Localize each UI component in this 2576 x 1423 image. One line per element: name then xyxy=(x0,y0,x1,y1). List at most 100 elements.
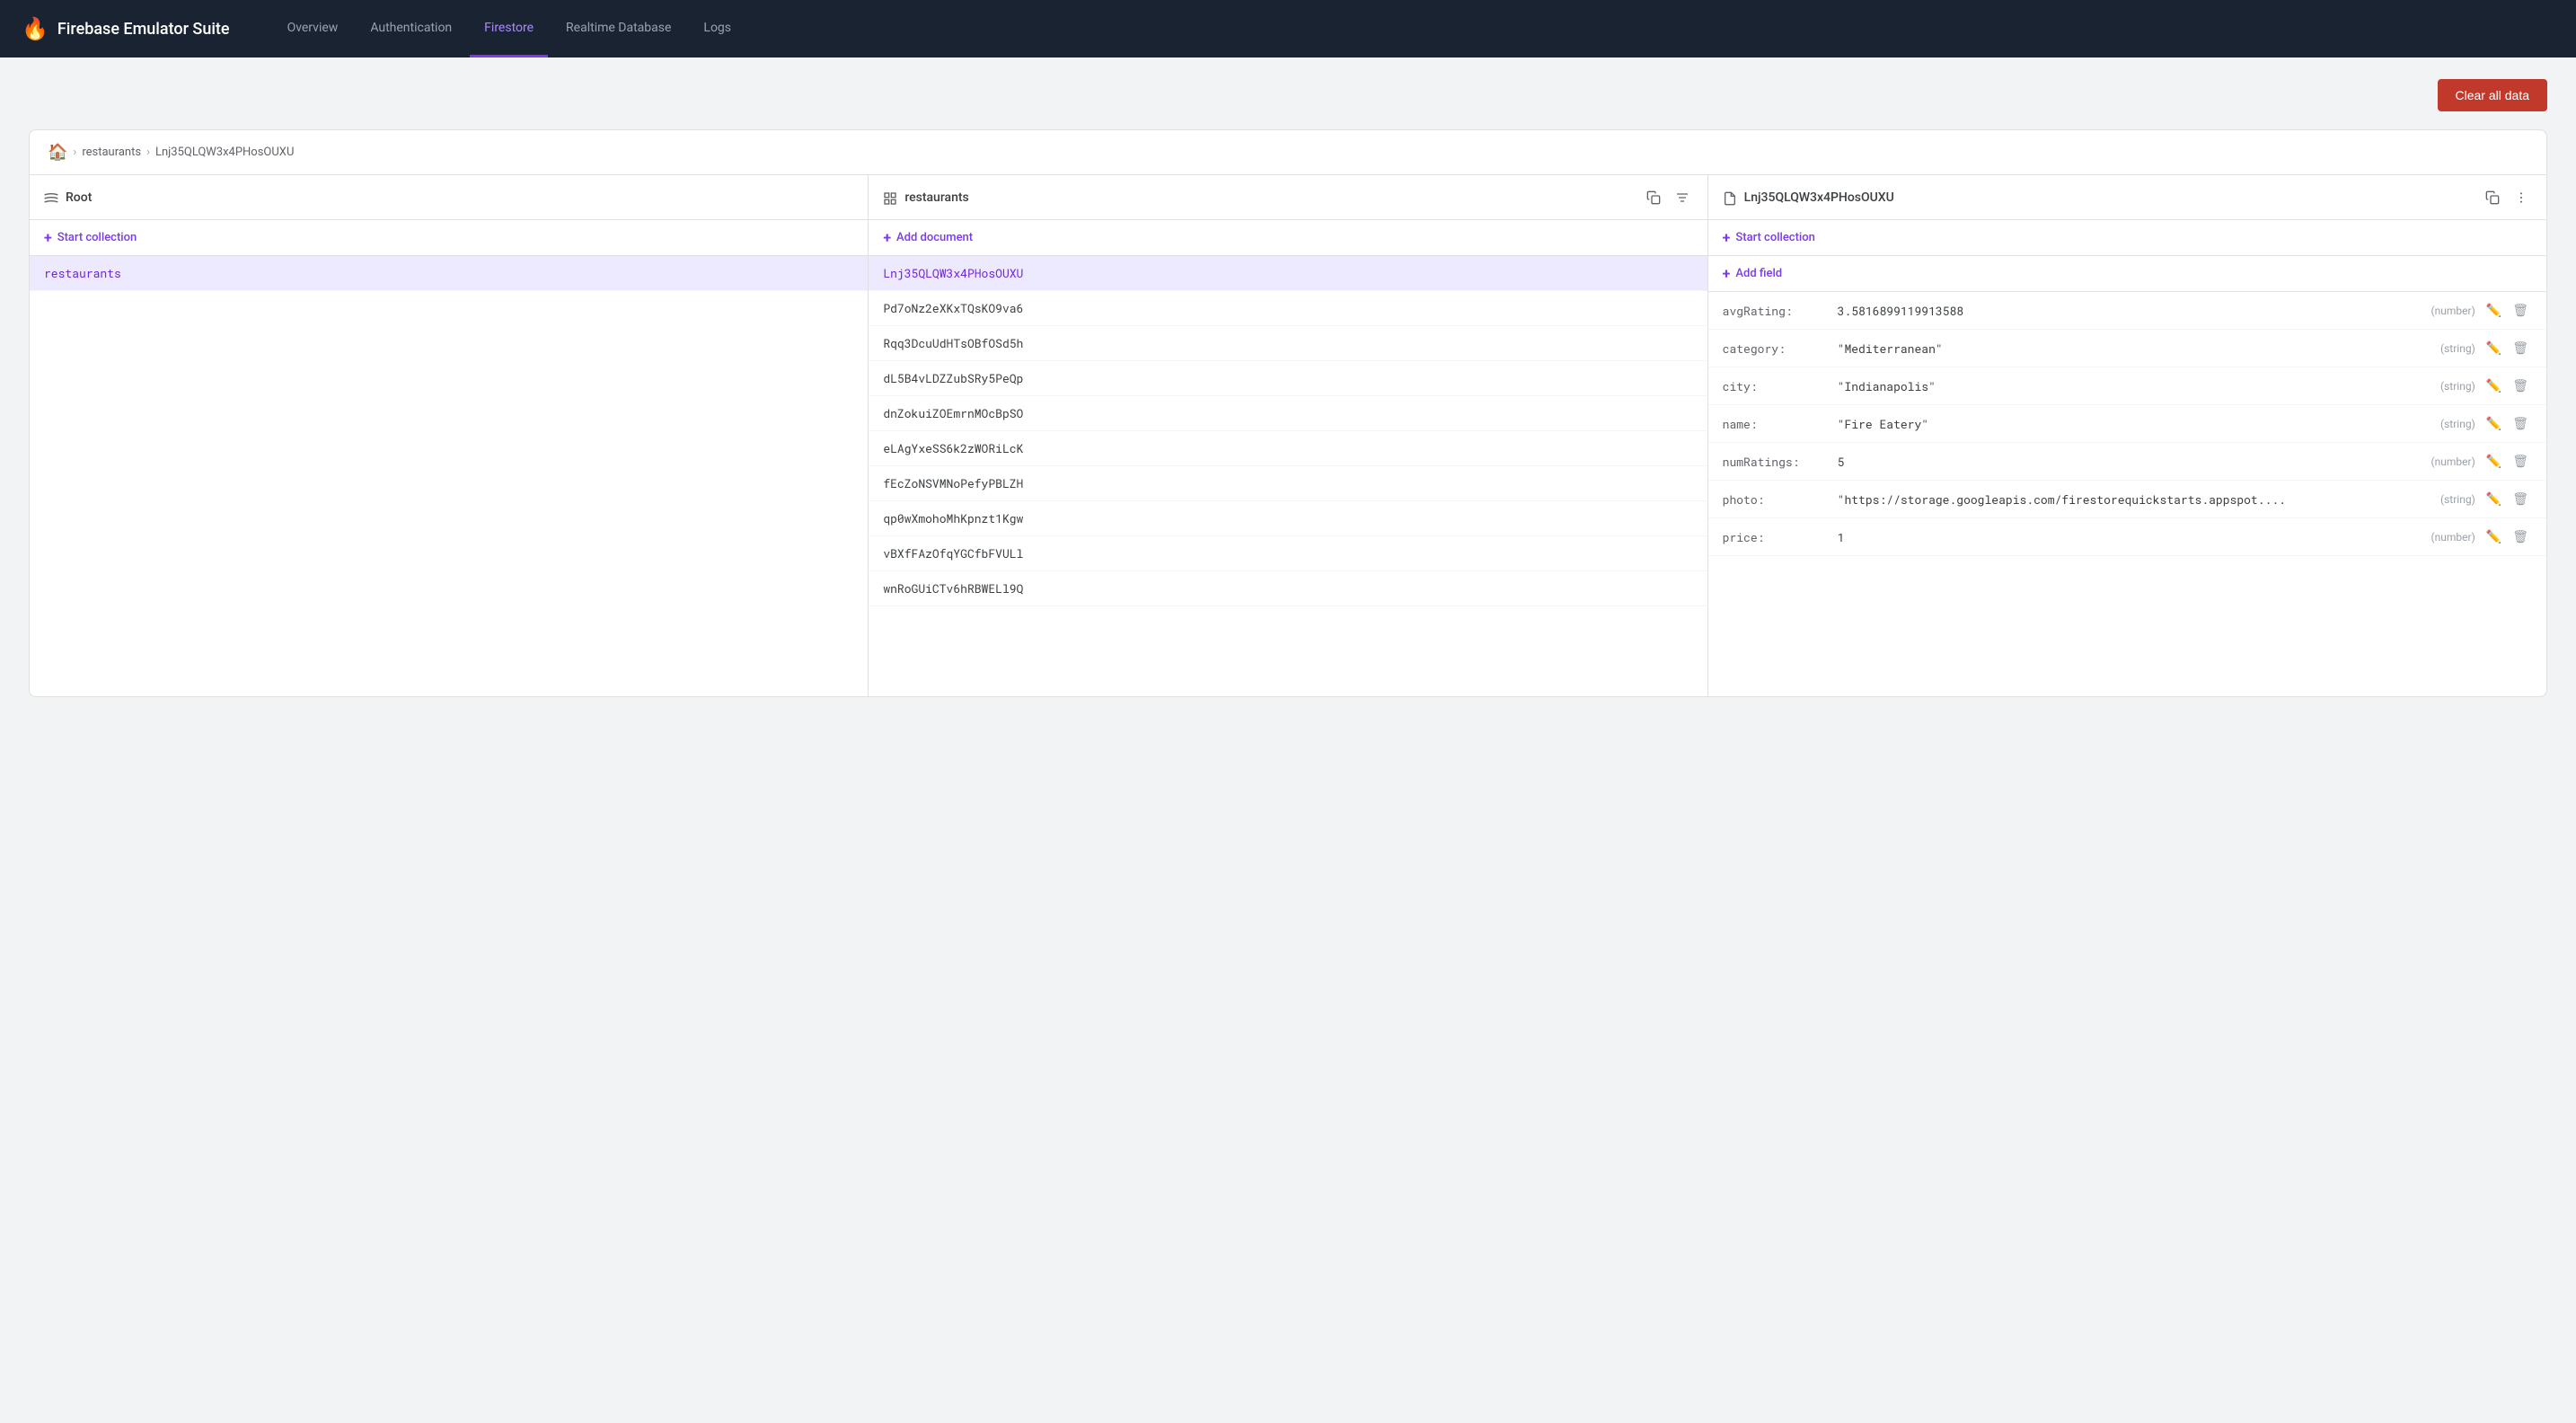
breadcrumb-home-icon[interactable]: 🏠 xyxy=(48,143,67,162)
fire-icon: 🔥 xyxy=(22,16,49,41)
field-key-category: category: xyxy=(1723,340,1831,357)
delete-avgrating-button[interactable]: 🗑 xyxy=(2509,301,2532,320)
field-type-photo: (string) xyxy=(2440,493,2475,506)
col-document: Lnj35QLQW3x4PHosOUXU xyxy=(1708,175,2546,696)
field-type-name: (string) xyxy=(2440,418,2475,430)
filter-collection-button[interactable] xyxy=(1672,187,1693,208)
more-options-button[interactable] xyxy=(2510,187,2532,208)
add-document-button[interactable]: + Add document xyxy=(869,220,1707,256)
col-restaurants-header: restaurants xyxy=(869,175,1707,220)
plus-icon-doc: + xyxy=(883,229,891,246)
field-actions-photo: ✏️ 🗑 xyxy=(2483,490,2532,508)
col-root-header: Root xyxy=(30,175,868,220)
root-icon xyxy=(44,189,58,206)
edit-photo-button[interactable]: ✏️ xyxy=(2483,490,2505,508)
field-actions-category: ✏️ 🗑 xyxy=(2483,339,2532,358)
field-value-numratings: 5 xyxy=(1838,454,2424,470)
nav-overview[interactable]: Overview xyxy=(273,0,353,57)
field-key-city: city: xyxy=(1723,378,1831,394)
list-item-fec[interactable]: fEcZoNSVMNoPefyPBLZH xyxy=(869,466,1707,501)
delete-category-button[interactable]: 🗑 xyxy=(2509,339,2532,358)
delete-numratings-button[interactable]: 🗑 xyxy=(2509,452,2532,471)
field-key-numratings: numRatings: xyxy=(1723,454,1831,470)
start-collection-document-button[interactable]: + Start collection xyxy=(1708,220,2546,256)
page-content: Clear all data 🏠 › restaurants › Lnj35QL… xyxy=(0,57,2576,719)
list-item-pd7[interactable]: Pd7oNz2eXKxTQsKO9va6 xyxy=(869,291,1707,326)
field-actions-name: ✏️ 🗑 xyxy=(2483,414,2532,433)
columns: Root + Start collection restaurants xyxy=(30,175,2546,696)
nav-firestore[interactable]: Firestore xyxy=(470,0,548,57)
col-restaurants-title: restaurants xyxy=(904,190,1635,205)
firestore-panel: 🏠 › restaurants › Lnj35QLQW3x4PHosOUXU xyxy=(29,129,2547,697)
list-item-wnr[interactable]: wnRoGUiCTv6hRBWELl9Q xyxy=(869,571,1707,606)
field-row-name: name: "Fire Eatery" (string) ✏️ 🗑 xyxy=(1708,405,2546,443)
list-item-dnz[interactable]: dnZokuiZOEmrnMOcBpSO xyxy=(869,396,1707,431)
field-key-name: name: xyxy=(1723,416,1831,432)
edit-price-button[interactable]: ✏️ xyxy=(2483,527,2505,546)
field-actions-price: ✏️ 🗑 xyxy=(2483,527,2532,546)
nav-authentication[interactable]: Authentication xyxy=(356,0,466,57)
list-item-dl5[interactable]: dL5B4vLDZZubSRy5PeQp xyxy=(869,361,1707,396)
field-value-name: "Fire Eatery" xyxy=(1838,416,2433,432)
add-document-label: Add document xyxy=(896,231,973,244)
col-document-actions xyxy=(2482,187,2532,208)
plus-icon-coll: + xyxy=(1723,229,1731,246)
plus-icon: + xyxy=(44,229,52,246)
field-type-price: (number) xyxy=(2431,531,2475,544)
breadcrumb-sep-1: › xyxy=(73,146,76,159)
field-row-photo: photo: "https://storage.googleapis.com/f… xyxy=(1708,481,2546,518)
plus-icon-field: + xyxy=(1723,265,1731,282)
document-icon xyxy=(1723,189,1737,206)
field-row-avgraating: avgRating: 3.5816899119913588 (number) ✏… xyxy=(1708,292,2546,330)
breadcrumb-document-id[interactable]: Lnj35QLQW3x4PHosOUXU xyxy=(155,146,294,159)
list-item-ela[interactable]: eLAgYxeSS6k2zWORiLcK xyxy=(869,431,1707,466)
breadcrumb-restaurants[interactable]: restaurants xyxy=(82,146,141,159)
add-field-button[interactable]: + Add field xyxy=(1708,256,2546,292)
breadcrumb-sep-2: › xyxy=(146,146,150,159)
list-item-restaurants[interactable]: restaurants xyxy=(30,256,868,291)
field-row-numratings: numRatings: 5 (number) ✏️ 🗑 xyxy=(1708,443,2546,481)
col-restaurants: restaurants xyxy=(869,175,1707,696)
edit-name-button[interactable]: ✏️ xyxy=(2483,414,2505,433)
field-actions-avgrating: ✏️ 🗑 xyxy=(2483,301,2532,320)
nav-realtime-database[interactable]: Realtime Database xyxy=(551,0,685,57)
list-item-lnj35[interactable]: Lnj35QLQW3x4PHosOUXU xyxy=(869,256,1707,291)
field-row-category: category: "Mediterranean" (string) ✏️ 🗑 xyxy=(1708,330,2546,367)
topbar: 🔥 Firebase Emulator Suite Overview Authe… xyxy=(0,0,2576,57)
list-item-qp0[interactable]: qp0wXmohoMhKpnzt1Kgw xyxy=(869,501,1707,536)
edit-category-button[interactable]: ✏️ xyxy=(2483,339,2505,358)
delete-city-button[interactable]: 🗑 xyxy=(2509,376,2532,395)
edit-city-button[interactable]: ✏️ xyxy=(2483,376,2505,395)
delete-price-button[interactable]: 🗑 xyxy=(2509,527,2532,546)
start-collection-root-button[interactable]: + Start collection xyxy=(30,220,868,256)
field-type-city: (string) xyxy=(2440,380,2475,393)
delete-photo-button[interactable]: 🗑 xyxy=(2509,490,2532,508)
app-title: Firebase Emulator Suite xyxy=(57,20,230,39)
field-type-category: (string) xyxy=(2440,342,2475,355)
field-key-price: price: xyxy=(1723,529,1831,545)
add-field-label: Add field xyxy=(1735,267,1782,280)
field-row-city: city: "Indianapolis" (string) ✏️ 🗑 xyxy=(1708,367,2546,405)
edit-avgrating-button[interactable]: ✏️ xyxy=(2483,301,2505,320)
field-value-photo: "https://storage.googleapis.com/firestor… xyxy=(1838,491,2433,508)
toolbar-row: Clear all data xyxy=(29,79,2547,111)
copy-document-button[interactable] xyxy=(2482,187,2503,208)
list-item-vbx[interactable]: vBXfFAzOfqYGCfbFVULl xyxy=(869,536,1707,571)
field-key-avgrating: avgRating: xyxy=(1723,303,1831,319)
col-root-title: Root xyxy=(66,190,853,205)
start-collection-root-label: Start collection xyxy=(57,231,137,244)
col-root: Root + Start collection restaurants xyxy=(30,175,869,696)
field-actions-numratings: ✏️ 🗑 xyxy=(2483,452,2532,471)
nav-logs[interactable]: Logs xyxy=(689,0,745,57)
field-key-photo: photo: xyxy=(1723,491,1831,508)
clear-all-data-button[interactable]: Clear all data xyxy=(2438,79,2548,111)
col-document-title: Lnj35QLQW3x4PHosOUXU xyxy=(1744,190,2475,205)
edit-numratings-button[interactable]: ✏️ xyxy=(2483,452,2505,471)
delete-name-button[interactable]: 🗑 xyxy=(2509,414,2532,433)
col-document-header: Lnj35QLQW3x4PHosOUXU xyxy=(1708,175,2546,220)
copy-collection-button[interactable] xyxy=(1643,187,1664,208)
col-restaurants-actions xyxy=(1643,187,1693,208)
field-value-category: "Mediterranean" xyxy=(1838,340,2433,357)
top-nav: Overview Authentication Firestore Realti… xyxy=(273,0,745,57)
list-item-rqq[interactable]: Rqq3DcuUdHTsOBfOSd5h xyxy=(869,326,1707,361)
